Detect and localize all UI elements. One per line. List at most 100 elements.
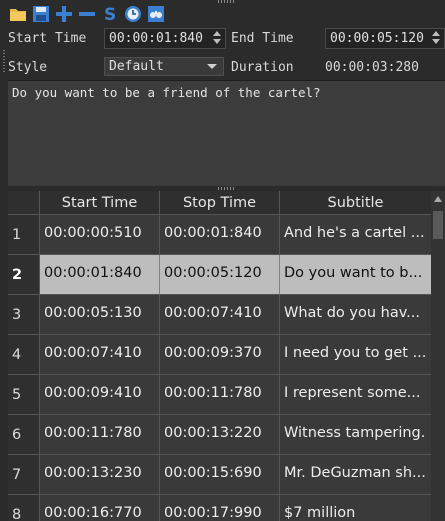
start-time-cell-text: 00:00:11:780	[44, 425, 142, 441]
table-row[interactable]: 5 00:00:09:410 00:00:11:780 I represent som…	[8, 375, 431, 415]
stop-time-cell[interactable]: 00:00:07:410	[160, 295, 280, 335]
table-row[interactable]: 7 00:00:13:230 00:00:15:690 Mr. DeGuzman sh…	[8, 455, 431, 495]
style-label: Style	[8, 60, 48, 75]
svg-text:S: S	[104, 5, 116, 24]
scroll-up-icon[interactable]	[434, 196, 442, 202]
subtitle-cell-text: Witness tampering.	[284, 425, 426, 441]
style-value: Default	[109, 59, 164, 74]
table-row[interactable]: 6 00:00:11:780 00:00:13:220 Witness tamperi…	[8, 415, 431, 455]
add-icon[interactable]	[54, 4, 74, 24]
end-time-value: 00:00:05:120	[330, 31, 424, 46]
spellcheck-icon[interactable]: S	[100, 4, 120, 24]
scrollbar-thumb[interactable]	[433, 211, 443, 239]
stop-time-cell-text: 00:00:07:410	[164, 305, 262, 321]
subtitle-cell[interactable]: Witness tampering.	[280, 415, 431, 455]
subtitle-cell-text: What do you hav...	[284, 305, 421, 321]
start-time-cell[interactable]: 00:00:16:770	[40, 495, 160, 521]
stop-time-cell-text: 00:00:09:370	[164, 345, 262, 361]
table-scrollbar[interactable]	[431, 191, 445, 521]
subtitle-cell-text: I represent some...	[284, 385, 421, 401]
chevron-up-icon[interactable]	[213, 31, 221, 36]
duration-label: Duration	[231, 60, 294, 75]
chevron-down-icon[interactable]	[207, 64, 217, 69]
find-icon[interactable]	[146, 4, 166, 24]
subtitle-cell[interactable]: Do you want to b...	[280, 255, 431, 295]
table-row[interactable]: 3 00:00:05:130 00:00:07:410 What do you hav…	[8, 295, 431, 335]
start-time-cell[interactable]: 00:00:11:780	[40, 415, 160, 455]
start-time-column-header[interactable]: Start Time	[40, 191, 160, 215]
subtitle-cell-text: And he's a cartel ...	[284, 225, 425, 241]
start-time-cell[interactable]: 00:00:05:130	[40, 295, 160, 335]
stop-time-cell[interactable]: 00:00:13:220	[160, 415, 280, 455]
row-number[interactable]: 1	[8, 215, 40, 255]
subtitle-table: Start Time Stop Time Subtitle 1 00:00:00:…	[8, 191, 431, 521]
subtitle-cell[interactable]: Mr. DeGuzman sh...	[280, 455, 431, 495]
end-time-spinbox[interactable]: 00:00:05:120	[325, 28, 445, 49]
end-time-stepper[interactable]	[430, 30, 442, 47]
start-time-cell[interactable]: 00:00:07:410	[40, 335, 160, 375]
chevron-up-icon[interactable]	[432, 31, 440, 36]
start-time-label: Start Time	[8, 31, 87, 46]
subtitle-cell[interactable]: And he's a cartel ...	[280, 215, 431, 255]
stop-time-cell[interactable]: 00:00:05:120	[160, 255, 280, 295]
subtitle-column-header[interactable]: Subtitle	[280, 191, 431, 215]
subtitle-cell-text: Mr. DeGuzman sh...	[284, 465, 426, 481]
row-number[interactable]: 5	[8, 375, 40, 415]
stop-time-cell[interactable]: 00:00:11:780	[160, 375, 280, 415]
stop-time-cell[interactable]: 00:00:09:370	[160, 335, 280, 375]
end-time-label: End Time	[231, 31, 294, 46]
start-time-cell-text: 00:00:09:410	[44, 385, 142, 401]
table-row[interactable]: 1 00:00:00:510 00:00:01:840 And he's a cart…	[8, 215, 431, 255]
stop-time-cell[interactable]: 00:00:17:990	[160, 495, 280, 521]
table-header: Start Time Stop Time Subtitle	[8, 191, 431, 215]
stop-time-cell-text: 00:00:13:220	[164, 425, 262, 441]
row-number-text: 5	[12, 387, 22, 403]
row-number[interactable]: 6	[8, 415, 40, 455]
chevron-down-icon[interactable]	[213, 39, 221, 44]
subtitle-text[interactable]: Do you want to be a friend of the cartel…	[12, 85, 321, 100]
clock-icon[interactable]	[123, 4, 143, 24]
save-icon[interactable]	[31, 4, 51, 24]
row-number[interactable]: 3	[8, 295, 40, 335]
toolbar: S	[8, 4, 166, 26]
chevron-down-icon[interactable]	[432, 39, 440, 44]
start-time-cell[interactable]: 00:00:01:840	[40, 255, 160, 295]
start-time-cell-text: 00:00:16:770	[44, 505, 142, 521]
start-time-cell-text: 00:00:05:130	[44, 305, 142, 321]
start-time-spinbox[interactable]: 00:00:01:840	[104, 28, 226, 49]
row-number[interactable]: 8	[8, 495, 40, 521]
stop-time-cell[interactable]: 00:00:15:690	[160, 455, 280, 495]
row-number-text: 6	[12, 427, 22, 443]
row-number[interactable]: 7	[8, 455, 40, 495]
subtitle-cell[interactable]: What do you hav...	[280, 295, 431, 335]
style-dropdown[interactable]: Default	[104, 57, 224, 76]
stop-time-cell-text: 00:00:01:840	[164, 225, 262, 241]
splitter-handle[interactable]	[218, 187, 236, 190]
row-number-text: 4	[12, 347, 22, 363]
subtitle-text-editor[interactable]: Do you want to be a friend of the cartel…	[8, 80, 445, 186]
row-number[interactable]: 2	[8, 255, 40, 295]
table-row[interactable]: 8 00:00:16:770 00:00:17:990 $7 million	[8, 495, 431, 521]
table-row[interactable]: 2 00:00:01:840 00:00:05:120 Do you want to …	[8, 255, 431, 295]
start-time-stepper[interactable]	[211, 30, 223, 47]
top-splitter-handle[interactable]	[218, 0, 236, 3]
stop-time-cell[interactable]: 00:00:01:840	[160, 215, 280, 255]
subtitle-cell[interactable]: I represent some...	[280, 375, 431, 415]
subtitle-cell[interactable]: $7 million	[280, 495, 431, 521]
start-time-cell[interactable]: 00:00:13:230	[40, 455, 160, 495]
start-time-cell[interactable]: 00:00:00:510	[40, 215, 160, 255]
subtitle-cell-text: I need you to get ...	[284, 345, 427, 361]
start-time-cell[interactable]: 00:00:09:410	[40, 375, 160, 415]
table-row[interactable]: 4 00:00:07:410 00:00:09:370 I need you to g…	[8, 335, 431, 375]
stop-time-cell-text: 00:00:05:120	[164, 265, 262, 281]
row-number-text: 2	[12, 267, 23, 283]
remove-icon[interactable]	[77, 4, 97, 24]
stop-time-column-header[interactable]: Stop Time	[160, 191, 280, 215]
row-number-text: 7	[12, 467, 22, 483]
open-folder-icon[interactable]	[8, 4, 28, 24]
subtitle-cell[interactable]: I need you to get ...	[280, 335, 431, 375]
row-number[interactable]: 4	[8, 335, 40, 375]
start-time-cell-text: 00:00:01:840	[44, 265, 142, 281]
stop-time-cell-text: 00:00:11:780	[164, 385, 262, 401]
left-splitter-handle[interactable]	[3, 50, 5, 72]
